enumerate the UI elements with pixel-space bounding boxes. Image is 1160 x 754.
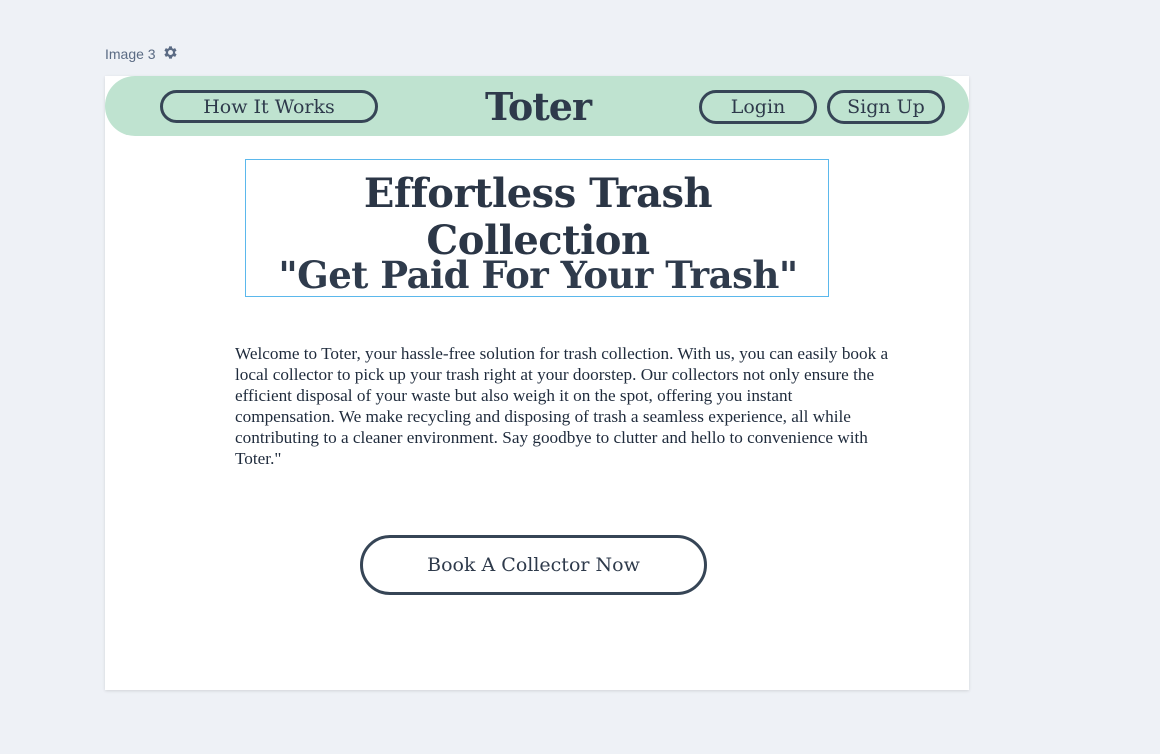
- canvas-title: Image 3: [105, 46, 156, 62]
- top-navbar: How It Works Toter Login Sign Up: [105, 76, 969, 136]
- sign-up-button[interactable]: Sign Up: [827, 90, 945, 124]
- how-it-works-button[interactable]: How It Works: [160, 90, 378, 123]
- page-title: Effortless Trash Collection: [363, 170, 713, 264]
- page-frame: How It Works Toter Login Sign Up Effortl…: [105, 76, 969, 690]
- selected-headline-box[interactable]: Effortless Trash Collection "Get Paid Fo…: [245, 159, 829, 297]
- page-subtitle: "Get Paid For Your Trash": [278, 253, 798, 297]
- gear-icon[interactable]: [162, 44, 179, 64]
- login-button[interactable]: Login: [699, 90, 817, 124]
- editor-workspace: Image 3 How It Works Toter Login Sign Up…: [0, 0, 1160, 754]
- book-collector-button[interactable]: Book A Collector Now: [360, 535, 707, 595]
- intro-paragraph: Welcome to Toter, your hassle-free solut…: [235, 344, 889, 468]
- logo[interactable]: Toter: [443, 82, 633, 130]
- canvas-header: Image 3: [105, 44, 179, 64]
